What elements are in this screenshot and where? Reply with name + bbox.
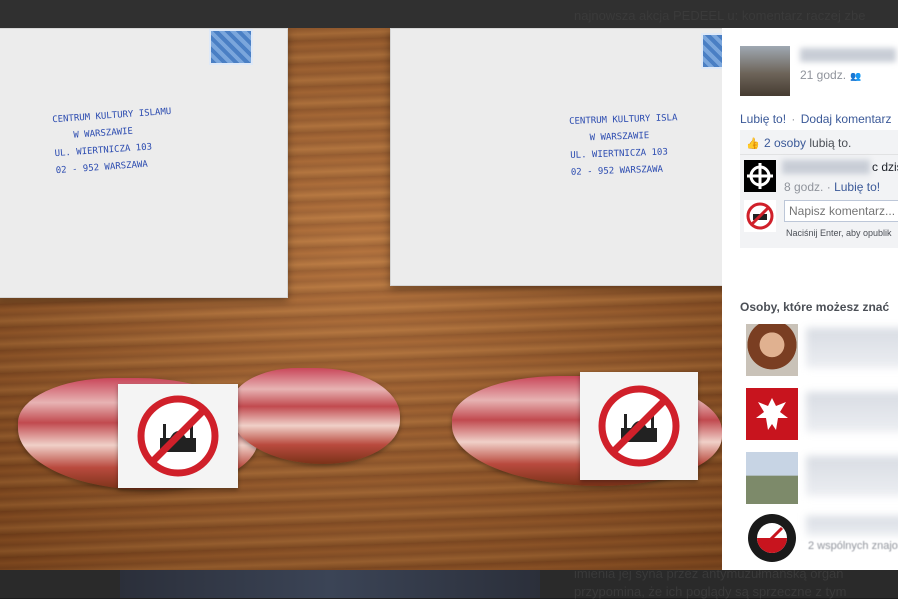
- suggested-person-avatar[interactable]: [746, 324, 798, 376]
- postage-stamp-icon: [701, 33, 722, 69]
- comment-text: c dzisi: [872, 160, 898, 174]
- suggested-person-name-redacted[interactable]: [806, 328, 898, 368]
- post-timestamp[interactable]: 21 godz. 👥: [800, 68, 861, 82]
- current-user-avatar: [744, 200, 776, 232]
- envelope-right-address: CENTRUM KULTURY ISLA W WARSZAWIE UL. WIE…: [569, 110, 680, 182]
- background-image-strip: [120, 570, 540, 598]
- post-time-text: 21 godz.: [800, 68, 847, 82]
- stop-islamization-sticker: [118, 384, 238, 488]
- background-article-text-3: przypomina, że ich poglądy są sprzeczne …: [574, 584, 847, 599]
- envelope-left-address: CENTRUM KULTURY ISLAMU W WARSZAWIE UL. W…: [52, 104, 176, 180]
- prohibition-sign-icon: [137, 395, 219, 477]
- likes-and-comments-box: 👍 2 osoby lubią to. c dzisi 8 godz. · Lub…: [740, 130, 898, 248]
- people-you-may-know-title: Osoby, które możesz znać: [740, 300, 890, 314]
- commenter-avatar[interactable]: [744, 160, 776, 192]
- likes-suffix: lubią to.: [806, 136, 852, 150]
- comment-input[interactable]: [784, 200, 898, 222]
- prohibition-sign-icon: [598, 385, 680, 467]
- eagle-emblem-icon: [746, 388, 798, 440]
- background-article-text: najnowsza akcja PEDEEL u: komentarz racz…: [574, 8, 866, 23]
- author-avatar[interactable]: [740, 46, 790, 96]
- friends-icon: 👥: [850, 71, 862, 81]
- mutual-friends-text: 2 wspólnych znajomych: [808, 540, 898, 552]
- suggested-page-avatar[interactable]: [746, 388, 798, 440]
- photo-viewer-image[interactable]: CENTRUM KULTURY ISLAMU W WARSZAWIE UL. W…: [0, 28, 722, 570]
- like-link[interactable]: Lubię to!: [740, 112, 786, 126]
- separator-dot: ·: [826, 180, 831, 194]
- suggested-page-avatar[interactable]: [746, 512, 798, 564]
- commenter-name-redacted[interactable]: [782, 160, 870, 174]
- post-actions: Lubię to! · Dodaj komentarz ·: [740, 112, 898, 126]
- likers-link[interactable]: 2 osoby: [764, 136, 806, 150]
- thumbs-up-icon: 👍: [746, 138, 760, 150]
- postage-stamp-icon: [209, 29, 253, 65]
- round-emblem-icon: [748, 514, 796, 562]
- suggested-person-name-redacted[interactable]: [806, 516, 898, 536]
- suggested-person-name-redacted[interactable]: [806, 392, 898, 432]
- comment-like-link[interactable]: Lubię to!: [834, 180, 880, 194]
- stop-islamization-sticker: [580, 372, 698, 480]
- suggested-person-avatar[interactable]: [746, 452, 798, 504]
- comment-time[interactable]: 8 godz.: [784, 180, 823, 194]
- likes-summary: 👍 2 osoby lubią to.: [746, 136, 851, 150]
- comment-meta: 8 godz. · Lubię to!: [784, 180, 880, 194]
- separator-dot: ·: [791, 112, 796, 126]
- photo-sidebar: 21 godz.👥 Lubię to! · Dodaj komentarz · …: [722, 28, 898, 570]
- author-name-redacted[interactable]: [800, 48, 896, 62]
- add-comment-link[interactable]: Dodaj komentarz: [801, 112, 892, 126]
- suggested-person-name-redacted[interactable]: [806, 456, 898, 496]
- divider: [740, 154, 898, 155]
- enter-hint: Naciśnij Enter, aby opublik: [786, 228, 892, 238]
